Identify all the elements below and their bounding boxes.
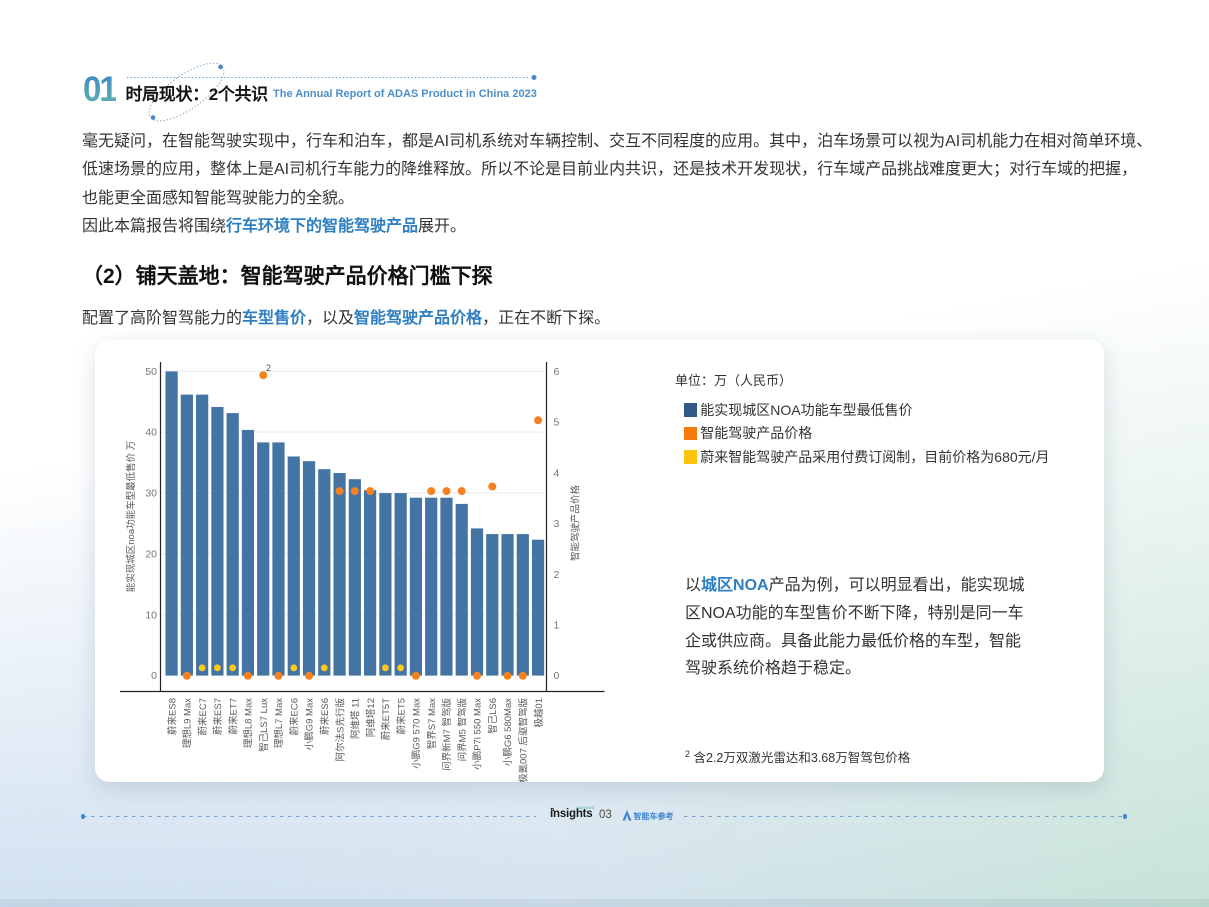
svg-text:0: 0 [151, 670, 157, 682]
svg-text:小鹏G6 580Max: 小鹏G6 580Max [502, 698, 514, 766]
svg-text:阿维塔 11: 阿维塔 11 [350, 698, 362, 739]
svg-text:30: 30 [145, 488, 157, 500]
svg-text:2: 2 [554, 569, 560, 581]
svg-text:理想L7 Max: 理想L7 Max [273, 698, 285, 748]
svg-text:50: 50 [145, 366, 157, 378]
svg-text:小鹏P7i 550 Max: 小鹏P7i 550 Max [472, 698, 484, 770]
svg-text:4: 4 [554, 467, 560, 479]
svg-text:智己LS6: 智己LS6 [487, 698, 499, 734]
svg-text:0: 0 [554, 670, 560, 682]
svg-text:阿尔法S先行版: 阿尔法S先行版 [334, 698, 346, 762]
svg-text:能实现城区noa功能车型最低售价 万: 能实现城区noa功能车型最低售价 万 [125, 441, 137, 593]
svg-text:智能驾驶产品价格: 智能驾驶产品价格 [570, 485, 582, 562]
svg-text:20: 20 [145, 549, 157, 561]
svg-text:小鹏G9 Max: 小鹏G9 Max [304, 698, 316, 751]
svg-text:小鹏G9 570 Max: 小鹏G9 570 Max [411, 698, 423, 769]
svg-text:10: 10 [145, 609, 157, 621]
svg-text:问界新M7 智驾版: 问界新M7 智驾版 [441, 698, 453, 771]
svg-text:蔚来ES6: 蔚来ES6 [319, 698, 331, 735]
svg-text:问界M5 智驾版: 问界M5 智驾版 [456, 698, 468, 762]
svg-text:智己LS7 Lux: 智己LS7 Lux [258, 698, 270, 752]
svg-text:40: 40 [145, 427, 157, 439]
svg-text:理想L9 Max: 理想L9 Max [182, 698, 194, 748]
svg-text:蔚来ET5: 蔚来ET5 [395, 698, 407, 734]
svg-text:理想L8 Max: 理想L8 Max [243, 698, 255, 748]
svg-text:智界S7 Max: 智界S7 Max [426, 698, 438, 749]
svg-text:1: 1 [554, 620, 560, 632]
svg-text:蔚来EC7: 蔚来EC7 [197, 698, 209, 735]
svg-text:蔚来ES7: 蔚来ES7 [212, 698, 224, 735]
svg-text:蔚来ET7: 蔚来ET7 [227, 698, 239, 734]
svg-text:3: 3 [554, 518, 560, 530]
svg-text:6: 6 [554, 366, 560, 378]
svg-text:极越01: 极越01 [533, 698, 545, 728]
svg-text:阿维塔12: 阿维塔12 [365, 698, 377, 737]
svg-text:蔚来EC6: 蔚来EC6 [289, 698, 301, 735]
svg-text:蔚来ES8: 蔚来ES8 [166, 698, 178, 735]
svg-text:5: 5 [554, 417, 560, 429]
svg-text:极氪007 后驱智驾版: 极氪007 后驱智驾版 [518, 698, 530, 782]
svg-text:蔚来ET5T: 蔚来ET5T [380, 698, 392, 740]
svg-text:2: 2 [266, 363, 271, 373]
